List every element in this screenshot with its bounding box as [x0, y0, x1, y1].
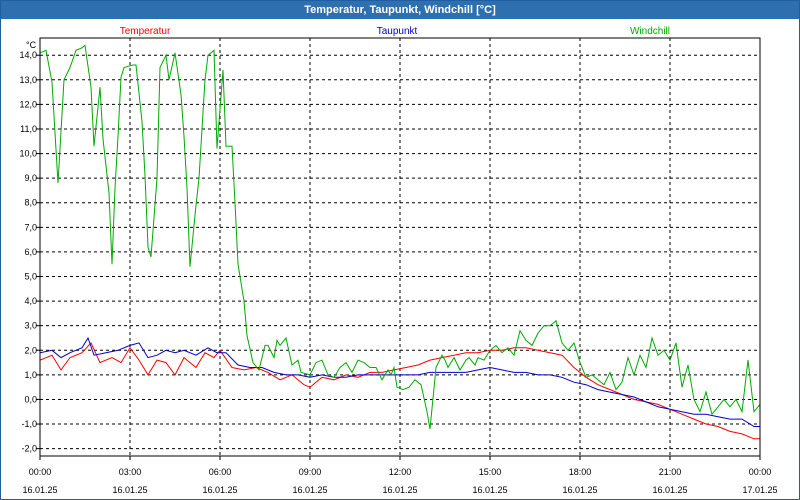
y-tick-label: 6,0 [24, 247, 37, 257]
y-axis-label: °C [26, 40, 37, 50]
x-tick-time: 00:00 [29, 467, 52, 477]
y-tick-label: 14,0 [19, 50, 37, 60]
legend-item-windchill: Windchill [630, 26, 670, 37]
y-tick-label: 11,0 [20, 124, 37, 134]
y-tick-label: -1,0 [21, 419, 37, 429]
y-tick-label: 4,0 [24, 296, 37, 306]
x-tick-date: 16.01.25 [472, 485, 507, 495]
y-tick-label: 3,0 [24, 321, 37, 331]
x-tick-time: 03:00 [119, 467, 142, 477]
x-tick-time: 18:00 [569, 467, 592, 477]
y-tick-label: 8,0 [24, 198, 37, 208]
y-tick-label: 10,0 [19, 149, 37, 159]
x-tick-date: 16.01.25 [652, 485, 687, 495]
x-tick-time: 00:00 [749, 467, 772, 477]
y-tick-label: 9,0 [24, 173, 37, 183]
y-tick-label: 2,0 [24, 345, 37, 355]
x-tick-date: 16.01.25 [202, 485, 237, 495]
y-tick-label: 1,0 [24, 370, 37, 380]
x-tick-date: 16.01.25 [22, 485, 57, 495]
chart-svg: -2,0 -1,0 0,0 1,0 2,0 3,0 4,0 5,0 6,0 7,0 8,0 9,0 10… [19, 26, 778, 495]
x-tick-time: 15:00 [479, 467, 502, 477]
x-tick-date: 16.01.25 [382, 485, 417, 495]
x-tick-date: 16.01.25 [292, 485, 327, 495]
legend-item-taupunkt: Taupunkt [377, 26, 418, 37]
x-tick-date: 17.01.25 [742, 485, 777, 495]
x-tick-time: 21:00 [659, 467, 682, 477]
y-ticks: -2,0 -1,0 0,0 1,0 2,0 3,0 4,0 5,0 6,0 7,0 8,0 9,0 10… [19, 50, 40, 454]
legend: Temperatur Taupunkt Windchill [120, 26, 670, 37]
x-tick-time: 06:00 [209, 467, 232, 477]
x-tick-date: 16.01.25 [562, 485, 597, 495]
x-tick-time: 09:00 [299, 467, 322, 477]
y-tick-label: 12,0 [19, 99, 37, 109]
y-tick-label: 0,0 [24, 394, 37, 404]
y-tick-label: -2,0 [21, 444, 37, 454]
y-tick-label: 5,0 [24, 272, 37, 282]
x-tick-date: 16.01.25 [112, 485, 147, 495]
x-ticks: 00:00 16.01.25 03:00 16.01.25 06:00 16.01.25 0… [22, 456, 778, 495]
x-tick-time: 12:00 [389, 467, 412, 477]
legend-item-temperatur: Temperatur [120, 26, 171, 37]
y-tick-label: 7,0 [24, 222, 37, 232]
y-tick-label: 13,0 [19, 75, 37, 85]
